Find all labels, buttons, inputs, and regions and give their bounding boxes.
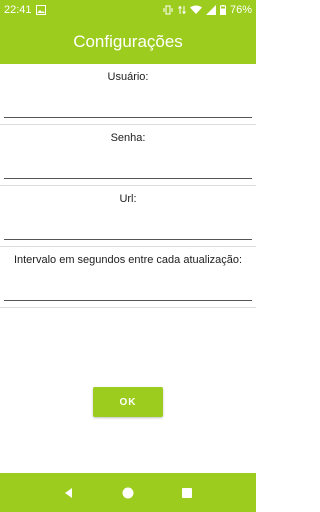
status-bar: 22:41 76% [0,0,256,20]
status-time: 22:41 [4,4,32,16]
password-label: Senha: [110,132,146,144]
interval-label: Intervalo em segundos entre cada atualiz… [13,254,243,266]
url-label: Url: [119,193,137,205]
image-notification-icon [35,5,46,15]
vibrate-icon [162,5,174,15]
page-title: Configurações [73,32,183,51]
recents-icon[interactable] [172,478,202,508]
cell-signal-icon [205,5,216,15]
url-group: Url: [0,186,256,247]
interval-input[interactable] [4,267,252,301]
password-input[interactable] [4,145,252,179]
lte-signal-icon [178,5,186,15]
app-bar: Configurações [0,20,256,64]
home-icon[interactable] [113,478,143,508]
back-icon[interactable] [54,478,84,508]
password-group: Senha: [0,125,256,186]
ok-button[interactable]: OK [93,387,163,417]
username-group: Usuário: [0,64,256,125]
settings-form: Usuário: Senha: Url: Intervalo em segund… [0,64,256,308]
username-input[interactable] [4,84,252,118]
navigation-bar [0,473,256,512]
interval-group: Intervalo em segundos entre cada atualiz… [0,247,256,308]
url-input[interactable] [4,206,252,240]
battery-percent: 76% [229,4,252,16]
battery-icon [219,5,226,15]
wifi-icon [189,5,202,15]
username-label: Usuário: [107,71,149,83]
